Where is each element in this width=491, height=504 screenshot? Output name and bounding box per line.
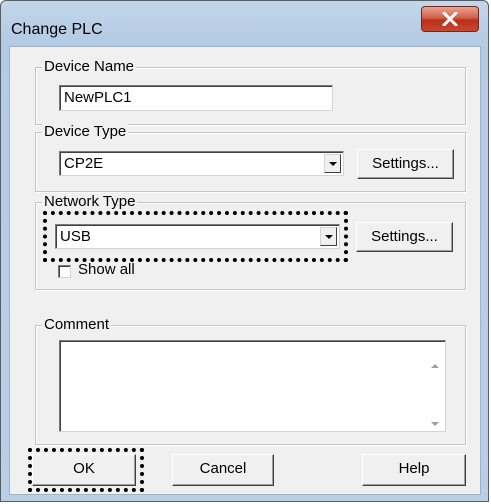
network-type-settings-button[interactable]: Settings... [356, 222, 453, 252]
network-type-dropdown-arrow-icon[interactable] [320, 227, 337, 246]
device-type-label: Device Type [42, 123, 129, 141]
title-bar[interactable]: Change PLC [1, 1, 488, 45]
device-type-settings-button[interactable]: Settings... [357, 149, 454, 179]
device-type-dropdown-arrow-icon[interactable] [324, 154, 341, 173]
comment-group: Comment [35, 316, 466, 445]
device-name-label: Device Name [42, 58, 137, 76]
comment-label: Comment [42, 316, 112, 334]
change-plc-dialog: Change PLC Device Name NewPLC1 Device Ty… [0, 0, 489, 502]
cancel-button[interactable]: Cancel [172, 454, 274, 486]
window-title: Change PLC [11, 21, 103, 38]
device-type-group: Device Type CP2E Settings... [35, 123, 466, 192]
scroll-up-icon[interactable] [431, 364, 439, 368]
close-x-icon [442, 12, 458, 26]
dialog-client-area: Device Name NewPLC1 Device Type CP2E Set… [9, 46, 481, 495]
close-button[interactable] [421, 6, 479, 32]
comment-textarea[interactable] [59, 340, 446, 432]
show-all-label[interactable]: Show all [78, 261, 135, 278]
comment-scrollbar[interactable] [427, 342, 443, 430]
ok-button[interactable]: OK [32, 454, 136, 486]
device-name-group: Device Name NewPLC1 [35, 58, 466, 125]
network-type-label: Network Type [42, 193, 138, 211]
scroll-down-icon[interactable] [431, 422, 439, 426]
device-type-value: CP2E [64, 155, 104, 172]
device-type-select[interactable]: CP2E [59, 151, 344, 176]
network-type-group: Network Type USB Settings... Show all [35, 193, 466, 290]
device-name-input[interactable]: NewPLC1 [59, 85, 333, 111]
network-type-select[interactable]: USB [55, 224, 340, 249]
network-type-value: USB [60, 228, 91, 245]
help-button[interactable]: Help [362, 454, 466, 486]
show-all-checkbox[interactable] [58, 265, 71, 278]
